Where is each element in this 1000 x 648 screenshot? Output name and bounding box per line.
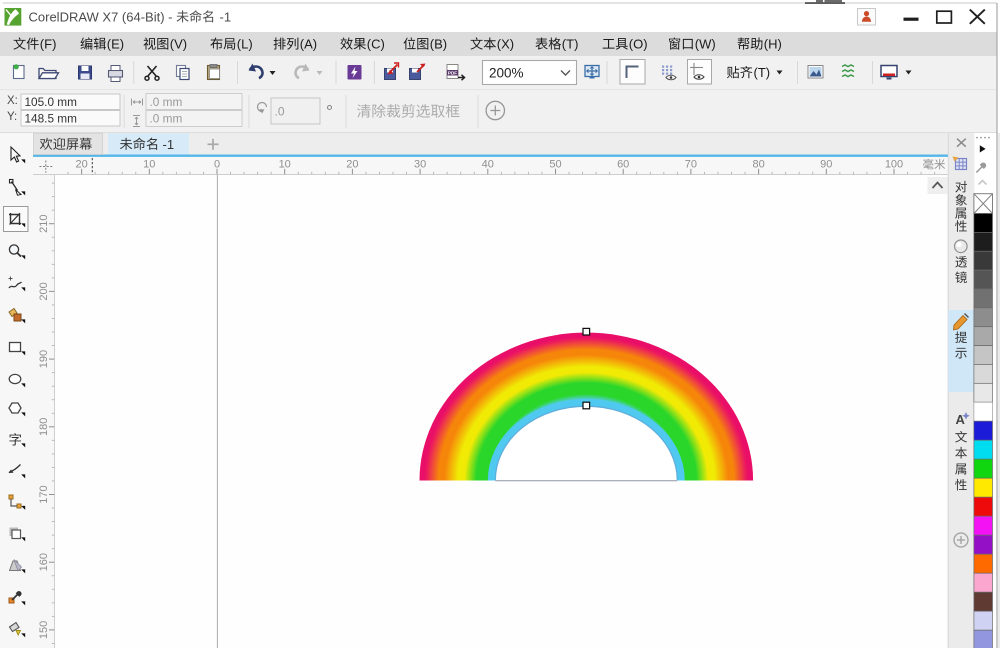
svg-text:(T): (T) bbox=[562, 37, 579, 52]
svg-text:10: 10 bbox=[279, 158, 291, 170]
svg-text:0: 0 bbox=[214, 158, 220, 170]
svg-text:10: 10 bbox=[143, 158, 155, 170]
svg-text:40: 40 bbox=[482, 158, 494, 170]
svg-text:70: 70 bbox=[685, 158, 697, 170]
svg-text:Y:: Y: bbox=[7, 111, 17, 123]
svg-text:(E): (E) bbox=[107, 37, 124, 52]
svg-text:(A): (A) bbox=[300, 37, 317, 52]
svg-text:200: 200 bbox=[38, 282, 50, 300]
svg-text:150: 150 bbox=[38, 621, 50, 639]
svg-text:X:: X: bbox=[7, 95, 18, 107]
svg-text:30: 30 bbox=[414, 158, 426, 170]
svg-text:(H): (H) bbox=[764, 37, 782, 52]
svg-text:(X): (X) bbox=[497, 37, 514, 52]
svg-text:(O): (O) bbox=[629, 37, 648, 52]
svg-text:(C): (C) bbox=[367, 37, 385, 52]
svg-text:50: 50 bbox=[549, 158, 561, 170]
svg-text:200%: 200% bbox=[489, 65, 524, 80]
svg-text:(B): (B) bbox=[430, 37, 447, 52]
svg-text:(W): (W) bbox=[695, 37, 716, 52]
svg-text:180: 180 bbox=[38, 418, 50, 436]
svg-text:(F): (F) bbox=[40, 37, 57, 52]
svg-text:PDF: PDF bbox=[448, 71, 457, 76]
svg-text:(L): (L) bbox=[237, 37, 253, 52]
svg-text:20: 20 bbox=[75, 158, 87, 170]
svg-text:105.0 mm: 105.0 mm bbox=[25, 95, 78, 109]
svg-text:.0: .0 bbox=[275, 105, 285, 119]
svg-text:80: 80 bbox=[752, 158, 764, 170]
svg-text:(V): (V) bbox=[170, 37, 187, 52]
svg-text:-1: -1 bbox=[220, 9, 232, 24]
svg-text:190: 190 bbox=[38, 350, 50, 368]
svg-text:CorelDRAW X7 (64-Bit) -: CorelDRAW X7 (64-Bit) - bbox=[29, 9, 173, 24]
svg-text:-1: -1 bbox=[163, 137, 175, 152]
svg-text:60: 60 bbox=[617, 158, 629, 170]
svg-text:160: 160 bbox=[38, 553, 50, 571]
svg-text:148.5 mm: 148.5 mm bbox=[25, 111, 78, 125]
svg-text:(T): (T) bbox=[754, 65, 771, 80]
svg-text:20: 20 bbox=[346, 158, 358, 170]
svg-text:100: 100 bbox=[885, 158, 903, 170]
svg-text:170: 170 bbox=[38, 485, 50, 503]
svg-text:90: 90 bbox=[820, 158, 832, 170]
svg-text:.0 mm: .0 mm bbox=[150, 111, 183, 125]
svg-text:.0 mm: .0 mm bbox=[150, 95, 183, 109]
svg-text:A: A bbox=[956, 412, 966, 427]
svg-text:210: 210 bbox=[38, 215, 50, 233]
